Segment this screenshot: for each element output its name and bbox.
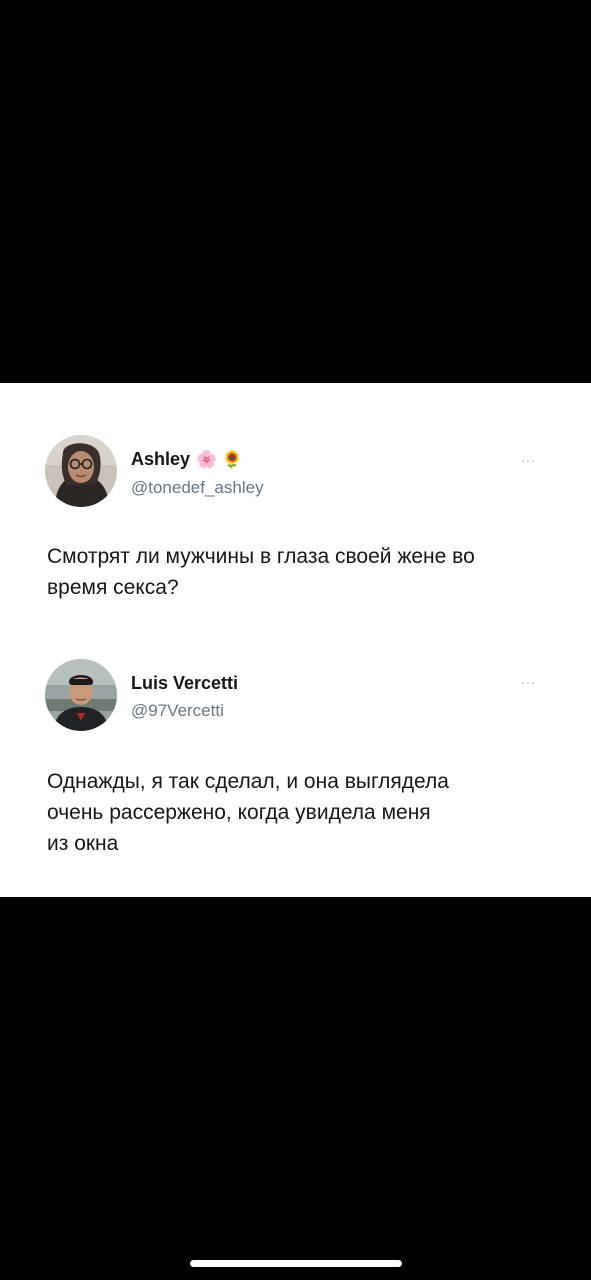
more-dots-icon[interactable]: ··· [521,453,535,467]
home-indicator[interactable] [190,1260,402,1267]
more-dots-icon[interactable]: ··· [521,675,535,689]
author-name[interactable]: Ashley 🌸 🌻 [131,449,243,470]
author-handle[interactable]: @97Vercetti [131,701,224,721]
flower-emoji-icon: 🌸 🌻 [196,450,244,469]
screenshot-card: Ashley 🌸 🌻 @tonedef_ashley ··· Смотрят ли… [0,383,591,897]
avatar-image [45,435,117,507]
avatar[interactable] [45,659,117,731]
author-name[interactable]: Luis Vercetti [131,673,238,694]
avatar-image [45,659,117,731]
tweet-text: Однажды, я так сделал, и она выглядела о… [47,770,449,855]
avatar[interactable] [45,435,117,507]
tweet-text: Смотрят ли мужчины в глаза своей жене во… [47,545,475,599]
author-name-text: Luis Vercetti [131,673,239,693]
author-name-text: Ashley [131,449,191,469]
author-handle[interactable]: @tonedef_ashley [131,478,264,498]
